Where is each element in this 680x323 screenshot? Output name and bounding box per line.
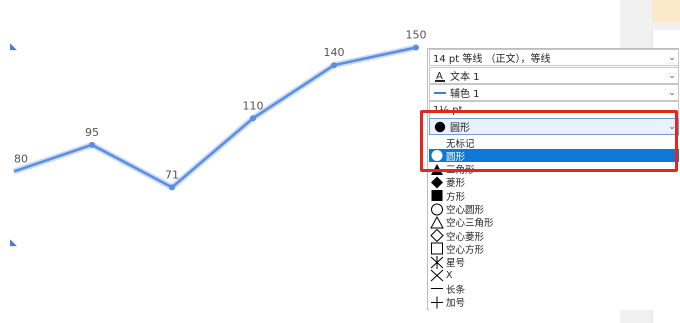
marker-option[interactable]: 加号 bbox=[429, 296, 679, 309]
data-label: 95 bbox=[85, 126, 99, 139]
square-outline-icon bbox=[429, 242, 445, 255]
data-point[interactable] bbox=[89, 141, 95, 148]
marker-option[interactable]: 长条 bbox=[429, 282, 679, 296]
marker-option-label: 长条 bbox=[446, 284, 466, 296]
data-point[interactable] bbox=[250, 115, 256, 122]
marker-option[interactable]: 方形 bbox=[429, 189, 679, 203]
marker-option[interactable]: 空心方形 bbox=[429, 242, 679, 256]
plus-icon bbox=[429, 296, 445, 309]
selection-handle-bottom-left[interactable]: ◣ bbox=[10, 238, 17, 248]
marker-option-label: 空心方形 bbox=[446, 244, 485, 256]
document-edge-tab bbox=[652, 0, 680, 22]
data-label: 110 bbox=[243, 99, 264, 112]
line-color-icon bbox=[433, 87, 447, 99]
marker-option-label: 空心圆形 bbox=[446, 205, 485, 216]
data-point[interactable] bbox=[331, 62, 337, 69]
marker-option-label: 空心菱形 bbox=[446, 231, 485, 243]
marker-option[interactable]: 空心菱形 bbox=[429, 229, 679, 243]
dash-icon bbox=[429, 282, 445, 295]
square-filled-icon bbox=[429, 189, 445, 202]
data-point[interactable] bbox=[413, 44, 419, 51]
line-color-combo[interactable]: 辅色 1 ⌄ bbox=[429, 84, 679, 101]
x-mark-icon bbox=[429, 269, 445, 282]
series-line[interactable] bbox=[13, 46, 417, 189]
series-line-glow bbox=[13, 44, 417, 191]
font-combo-value: 14 pt 等线 （正文），等线 bbox=[433, 54, 551, 65]
data-label: 71 bbox=[165, 168, 179, 181]
data-label: 140 bbox=[324, 46, 345, 59]
line-color-value: 辅色 1 bbox=[450, 89, 480, 100]
data-point[interactable] bbox=[169, 184, 175, 191]
data-label: 150 bbox=[406, 29, 427, 42]
marker-option-label: 加号 bbox=[446, 298, 466, 310]
asterisk-icon bbox=[429, 255, 445, 269]
selection-handle-top-left[interactable]: ◣ bbox=[10, 42, 17, 52]
font-color-combo[interactable]: A 文本 1 ⌄ bbox=[429, 67, 679, 84]
marker-option-label: 菱形 bbox=[446, 178, 466, 190]
annotation-highlight-box bbox=[420, 110, 678, 172]
marker-option-label: 星号 bbox=[446, 258, 466, 270]
marker-option[interactable]: 空心圆形 bbox=[429, 203, 679, 216]
marker-option-label: 空心三角形 bbox=[446, 218, 494, 230]
circle-outline-icon bbox=[429, 203, 445, 216]
chevron-down-icon[interactable]: ⌄ bbox=[666, 53, 678, 63]
chevron-down-icon[interactable]: ⌄ bbox=[666, 71, 678, 81]
font-color-value: 文本 1 bbox=[450, 72, 480, 83]
marker-option-label: 方形 bbox=[446, 191, 466, 203]
marker-option[interactable]: X bbox=[429, 269, 679, 282]
line-chart: 80 95 71 110 140 150 bbox=[13, 29, 427, 191]
marker-option[interactable]: 星号 bbox=[429, 255, 679, 270]
font-combo[interactable]: 14 pt 等线 （正文），等线 ⌄ bbox=[429, 49, 679, 66]
data-label: 80 bbox=[14, 152, 28, 165]
marker-option-label: X bbox=[446, 270, 453, 281]
marker-option[interactable]: 空心三角形 bbox=[429, 215, 679, 230]
triangle-outline-icon bbox=[429, 215, 445, 229]
font-color-icon: A bbox=[433, 70, 447, 82]
diamond-filled-icon bbox=[429, 176, 445, 189]
marker-option[interactable]: 菱形 bbox=[429, 176, 679, 189]
diamond-outline-icon bbox=[429, 229, 445, 243]
chevron-down-icon[interactable]: ⌄ bbox=[666, 88, 678, 98]
